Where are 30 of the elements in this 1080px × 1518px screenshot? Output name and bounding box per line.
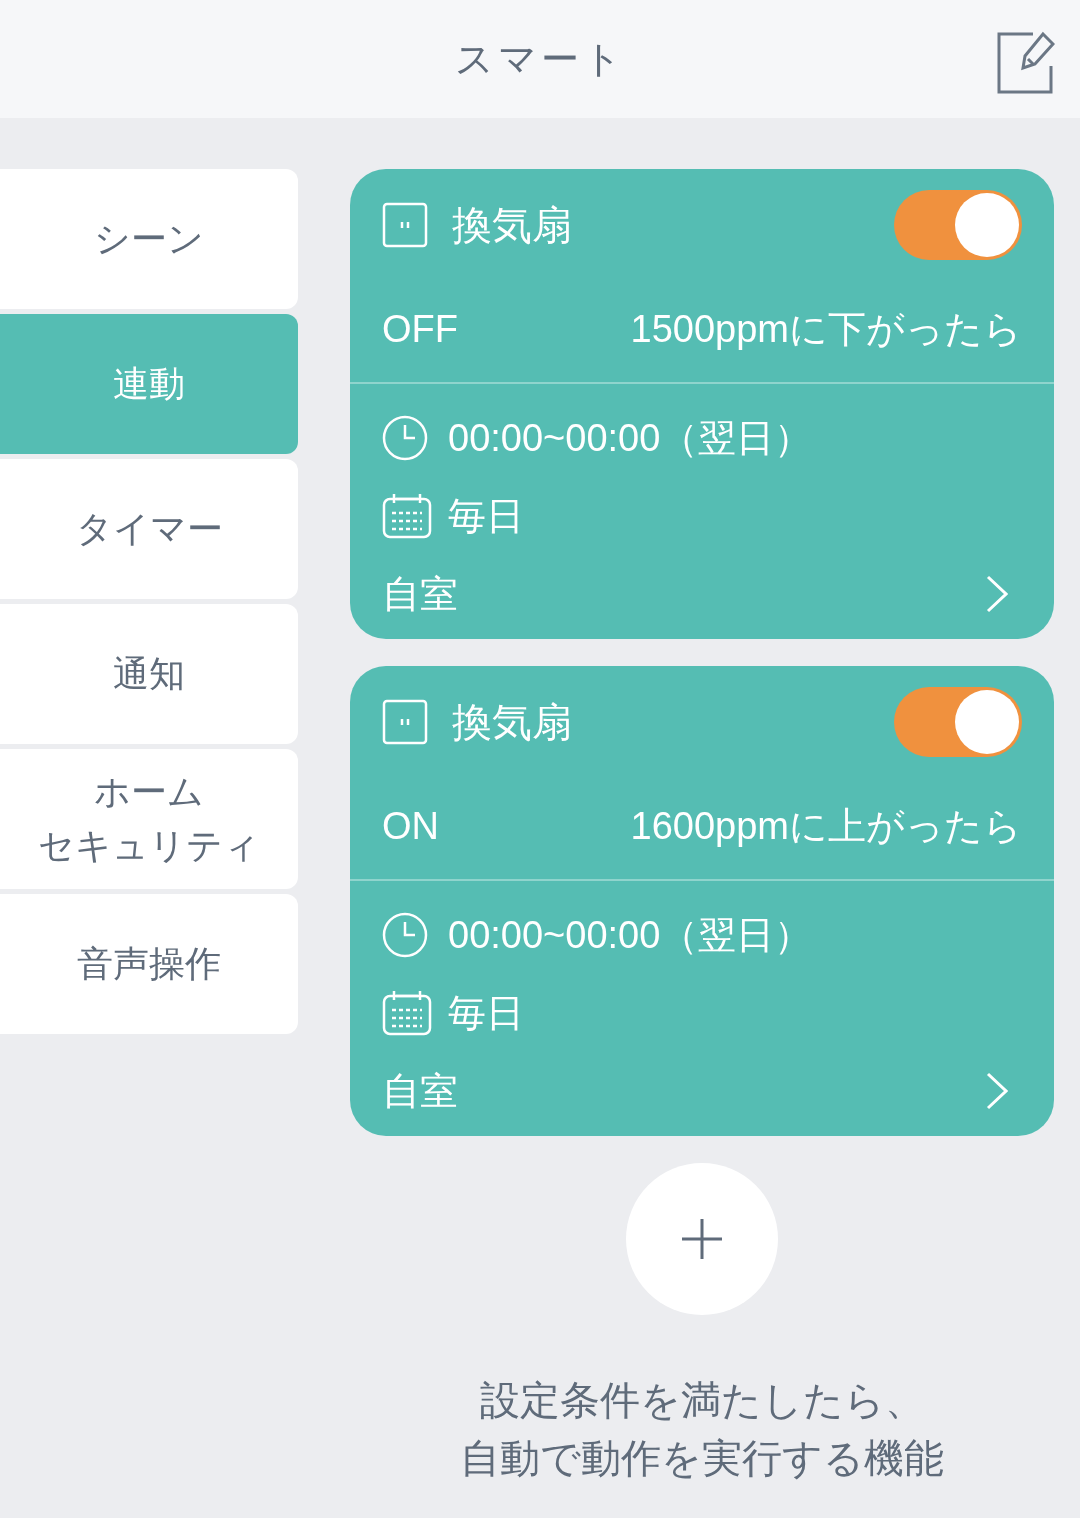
chevron-right-icon (986, 1072, 1008, 1110)
description-text: 設定条件を満たしたら、 (479, 1377, 925, 1424)
description-text: 自動で動作を実行する機能 (460, 1435, 944, 1482)
sidebar-tab[interactable]: 通知 (0, 604, 298, 744)
repeat-text: 毎日 (448, 990, 524, 1036)
screen-title: スマート (454, 36, 626, 82)
trigger-condition: 1500ppmに下がったら (630, 307, 1022, 352)
sidebar-tab[interactable]: シーン (0, 169, 298, 309)
time-range: 00:00~00:00（翌日） (448, 415, 813, 461)
device-name: 換気扇 (452, 202, 572, 249)
location-text: 自室 (382, 1068, 458, 1114)
action-state: OFF (382, 307, 458, 352)
calendar-icon (382, 493, 432, 539)
device-name: 換気扇 (452, 699, 572, 746)
edit-icon (997, 30, 1055, 94)
repeat-text: 毎日 (448, 493, 524, 539)
sidebar-tab[interactable]: タイマー (0, 459, 298, 599)
clock-icon (382, 415, 428, 461)
chevron-right-icon (986, 575, 1008, 613)
location-text: 自室 (382, 571, 458, 617)
calendar-icon (382, 990, 432, 1036)
plus-icon (682, 1219, 722, 1259)
sidebar-tab[interactable]: 音声操作 (0, 894, 298, 1034)
time-range: 00:00~00:00（翌日） (448, 912, 813, 958)
clock-icon (382, 912, 428, 958)
trigger-condition: 1600ppmに上がったら (630, 804, 1022, 849)
sidebar-tab[interactable]: ホーム セキュリティ (0, 749, 298, 889)
outlet-icon (382, 699, 428, 745)
action-state: ON (382, 804, 439, 849)
outlet-icon (382, 202, 428, 248)
